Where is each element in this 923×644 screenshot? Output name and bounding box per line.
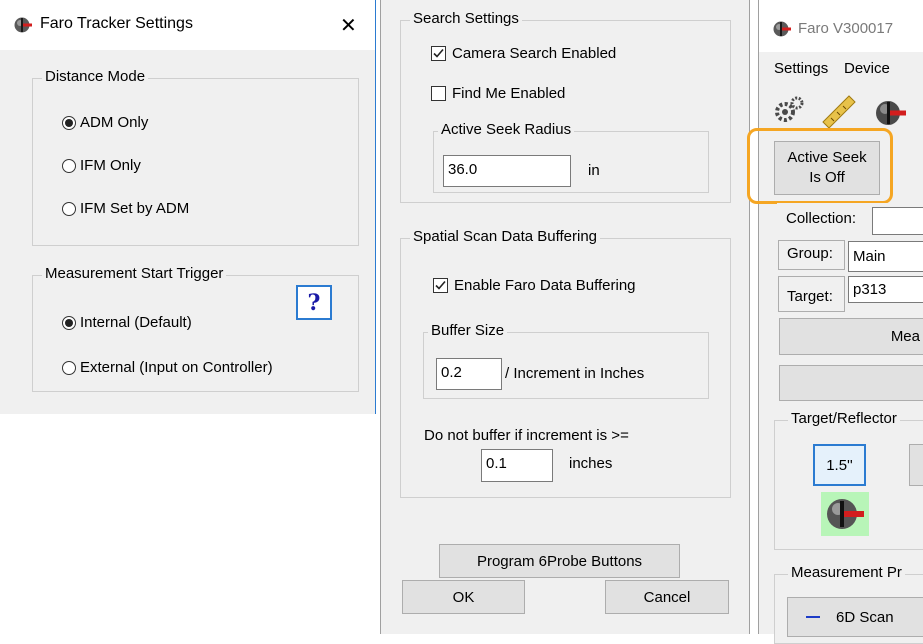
reflector-size-label: 1.5'' — [826, 456, 853, 474]
seek-radius-label: Active Seek Radius — [438, 121, 575, 139]
radio-label: IFM Set by ADM — [80, 200, 190, 217]
radio-label: ADM Only — [80, 114, 149, 131]
menu-bar: Settings Device — [759, 52, 923, 86]
close-icon[interactable]: ✕ — [340, 13, 357, 38]
ruler-icon[interactable] — [821, 94, 857, 132]
checkbox-label: Camera Search Enabled — [452, 45, 617, 62]
radio-label: External (Input on Controller) — [80, 359, 273, 376]
tracker-icon — [13, 16, 33, 38]
checkmark-icon — [435, 280, 446, 290]
buffer-size-input[interactable]: 0.2 — [436, 358, 502, 390]
dialog-title: Faro Tracker Settings — [40, 15, 193, 32]
active-seek-label: Active Seek Is Off — [787, 149, 867, 186]
enable-buffering-checkbox[interactable]: Enable Faro Data Buffering — [433, 277, 636, 294]
search-settings-label: Search Settings — [410, 10, 522, 28]
reflector-label: Target/Reflector — [788, 410, 900, 428]
help-button[interactable]: ? — [296, 285, 332, 320]
6d-scan-label: 6D Scan — [836, 608, 894, 626]
threshold-unit: inches — [569, 455, 613, 472]
group-label: Group: — [787, 245, 833, 262]
cancel-button[interactable]: Cancel — [605, 580, 729, 614]
collection-area: Collection: Group: Main Target: p313 — [777, 203, 923, 313]
radio-button[interactable] — [62, 201, 76, 216]
checkbox[interactable] — [431, 86, 446, 101]
measure-label: Mea — [890, 328, 920, 345]
radio-button[interactable] — [62, 360, 76, 375]
camera-search-checkbox[interactable]: Camera Search Enabled — [431, 45, 616, 62]
checkmark-icon — [433, 48, 444, 58]
checkbox-label: Enable Faro Data Buffering — [454, 277, 636, 294]
radio-external[interactable]: External (Input on Controller) — [62, 359, 273, 376]
buffer-size-unit: / Increment in Inches — [505, 365, 645, 382]
target-input[interactable]: p313 — [848, 276, 923, 303]
reflector-size-button[interactable]: 1.5'' — [813, 444, 866, 486]
help-label: ? — [307, 289, 321, 316]
program-6probe-button[interactable]: Program 6Probe Buttons — [439, 544, 680, 578]
group-input[interactable]: Main — [848, 241, 923, 272]
6d-scan-button[interactable]: 6D Scan — [787, 597, 923, 637]
checkbox[interactable] — [431, 46, 446, 61]
menu-item-settings[interactable]: Settings — [774, 60, 828, 77]
distance-mode-label: Distance Mode — [42, 68, 149, 86]
measure-button[interactable]: Mea — [779, 318, 923, 355]
secondary-button[interactable] — [779, 365, 923, 401]
threshold-input[interactable]: 0.1 — [481, 449, 553, 482]
collection-label: Collection: — [786, 210, 857, 227]
tracker-icon[interactable] — [821, 492, 869, 536]
title-bar: Faro Tracker Settings ✕ — [0, 0, 375, 50]
threshold-label: Do not buffer if increment is >= — [424, 427, 629, 444]
radio-label: Internal (Default) — [80, 314, 192, 331]
checkbox[interactable] — [433, 278, 448, 293]
line-icon — [806, 616, 820, 618]
radio-ifm-set-by-adm[interactable]: IFM Set by ADM — [62, 200, 189, 217]
window-title: Faro V300017 — [798, 20, 894, 37]
reflector-size-button-2[interactable] — [909, 444, 923, 486]
seek-radius-unit: in — [588, 162, 600, 179]
collection-input[interactable] — [872, 207, 923, 235]
radio-label: IFM Only — [80, 157, 141, 174]
checkbox-label: Find Me Enabled — [452, 85, 566, 102]
search-settings-dialog: Search Settings Camera Search Enabled Fi… — [380, 0, 750, 634]
faro-tracker-settings-dialog: Faro Tracker Settings ✕ Distance Mode AD… — [0, 0, 376, 414]
gears-icon[interactable] — [774, 96, 804, 128]
radio-button[interactable] — [62, 315, 76, 330]
tracker-icon[interactable] — [875, 98, 909, 132]
tracker-icon — [772, 20, 792, 42]
radio-button[interactable] — [62, 158, 76, 173]
radio-adm-only[interactable]: ADM Only — [62, 114, 148, 131]
target-label: Target: — [787, 288, 833, 305]
active-seek-button[interactable]: Active Seek Is Off — [774, 141, 880, 195]
radio-internal[interactable]: Internal (Default) — [62, 314, 192, 331]
seek-radius-input[interactable]: 36.0 — [443, 155, 571, 187]
radio-button[interactable] — [62, 115, 76, 130]
measurement-label: Measurement Pr — [788, 564, 905, 582]
buffering-label: Spatial Scan Data Buffering — [410, 228, 601, 246]
faro-device-window: Faro V300017 Settings Device Active Seek… — [747, 0, 923, 644]
trigger-label: Measurement Start Trigger — [42, 265, 227, 283]
radio-ifm-only[interactable]: IFM Only — [62, 157, 141, 174]
find-me-checkbox[interactable]: Find Me Enabled — [431, 85, 565, 102]
menu-item-device[interactable]: Device — [844, 60, 890, 77]
buffer-size-label: Buffer Size — [428, 322, 508, 340]
ok-button[interactable]: OK — [402, 580, 525, 614]
